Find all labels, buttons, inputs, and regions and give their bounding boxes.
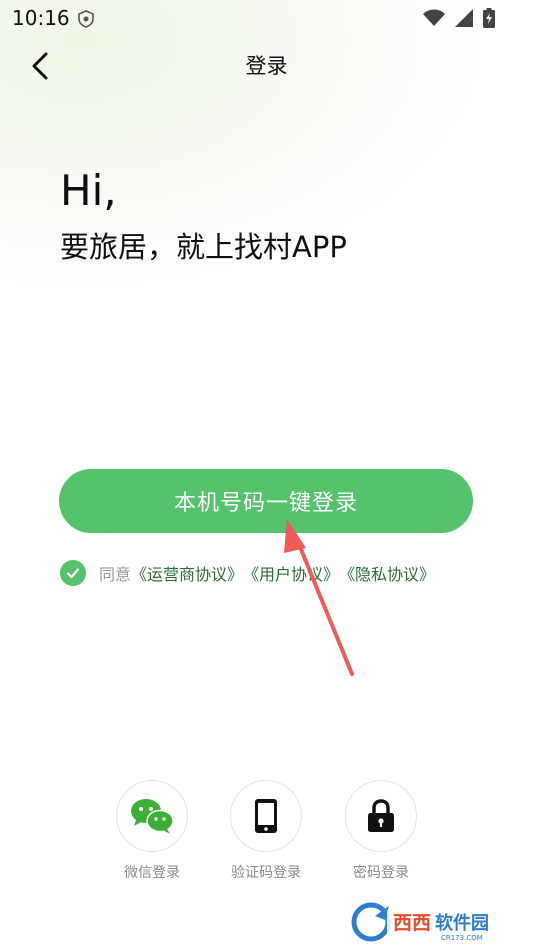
lock-icon: [368, 799, 394, 832]
wechat-login-button[interactable]: [116, 780, 188, 852]
sms-code-login-button[interactable]: [230, 780, 302, 852]
svg-text:西西: 西西: [393, 912, 431, 934]
password-login-label: 密码登录: [353, 865, 409, 881]
password-login-button[interactable]: [345, 780, 417, 852]
svg-text:软件园: 软件园: [435, 912, 489, 934]
wechat-icon: [131, 799, 174, 834]
wechat-login-label: 微信登录: [124, 865, 180, 881]
sms-code-login[interactable]: 验证码登录: [206, 780, 326, 882]
watermark-logo: 西西 软件园 CR173.COM: [351, 902, 515, 942]
sms-code-login-label: 验证码登录: [231, 865, 301, 881]
wechat-login[interactable]: 微信登录: [92, 780, 212, 882]
password-login[interactable]: 密码登录: [321, 780, 441, 882]
svg-text:CR173.COM: CR173.COM: [441, 934, 483, 942]
phone-icon: [255, 799, 277, 833]
